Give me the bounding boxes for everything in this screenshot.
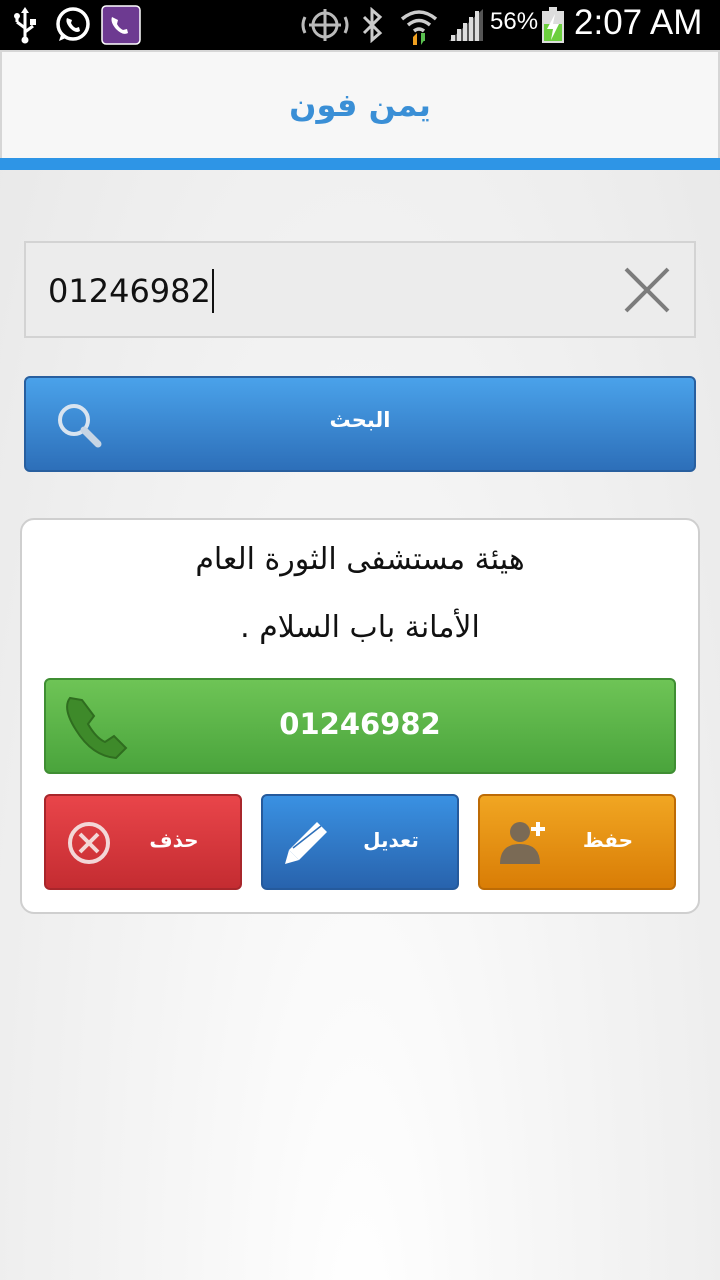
app-title-bar: يمن فون — [0, 50, 720, 158]
clear-icon[interactable] — [622, 265, 672, 315]
search-input-value[interactable]: 01246982 — [48, 269, 214, 313]
save-button-label: حفظ — [582, 828, 634, 852]
signal-icon — [446, 5, 486, 45]
viber-icon — [100, 5, 142, 45]
delete-icon — [64, 818, 114, 868]
bluetooth-icon — [356, 5, 388, 45]
usb-icon — [8, 5, 42, 45]
search-button[interactable]: البحث — [24, 376, 696, 472]
add-contact-icon — [498, 818, 548, 868]
whatsapp-icon — [52, 5, 94, 45]
result-name: هيئة مستشفى الثورة العام — [195, 542, 525, 577]
battery-percent: 56% — [490, 8, 539, 35]
edit-button-label: تعديل — [363, 828, 419, 852]
battery-charging-icon — [538, 5, 568, 45]
call-number: 01246982 — [279, 707, 441, 741]
save-button[interactable]: حفظ — [478, 794, 676, 890]
call-button[interactable]: 01246982 — [44, 678, 676, 774]
delete-button-label: حذف — [149, 828, 199, 852]
search-input[interactable]: 01246982 — [24, 241, 696, 338]
result-card: هيئة مستشفى الثورة العام الأمانة باب الس… — [20, 518, 700, 914]
app-title: يمن فون — [289, 86, 431, 124]
clock: 2:07 AM — [574, 3, 703, 42]
edit-button[interactable]: تعديل — [261, 794, 459, 890]
search-button-label: البحث — [329, 408, 391, 432]
status-bar: 56% 2:07 AM — [0, 0, 720, 50]
wifi-icon — [398, 5, 440, 45]
result-address: الأمانة باب السلام . — [240, 610, 480, 645]
title-accent-bar — [0, 158, 720, 170]
pencil-icon — [281, 818, 331, 868]
delete-button[interactable]: حذف — [44, 794, 242, 890]
sync-icon — [300, 5, 350, 45]
